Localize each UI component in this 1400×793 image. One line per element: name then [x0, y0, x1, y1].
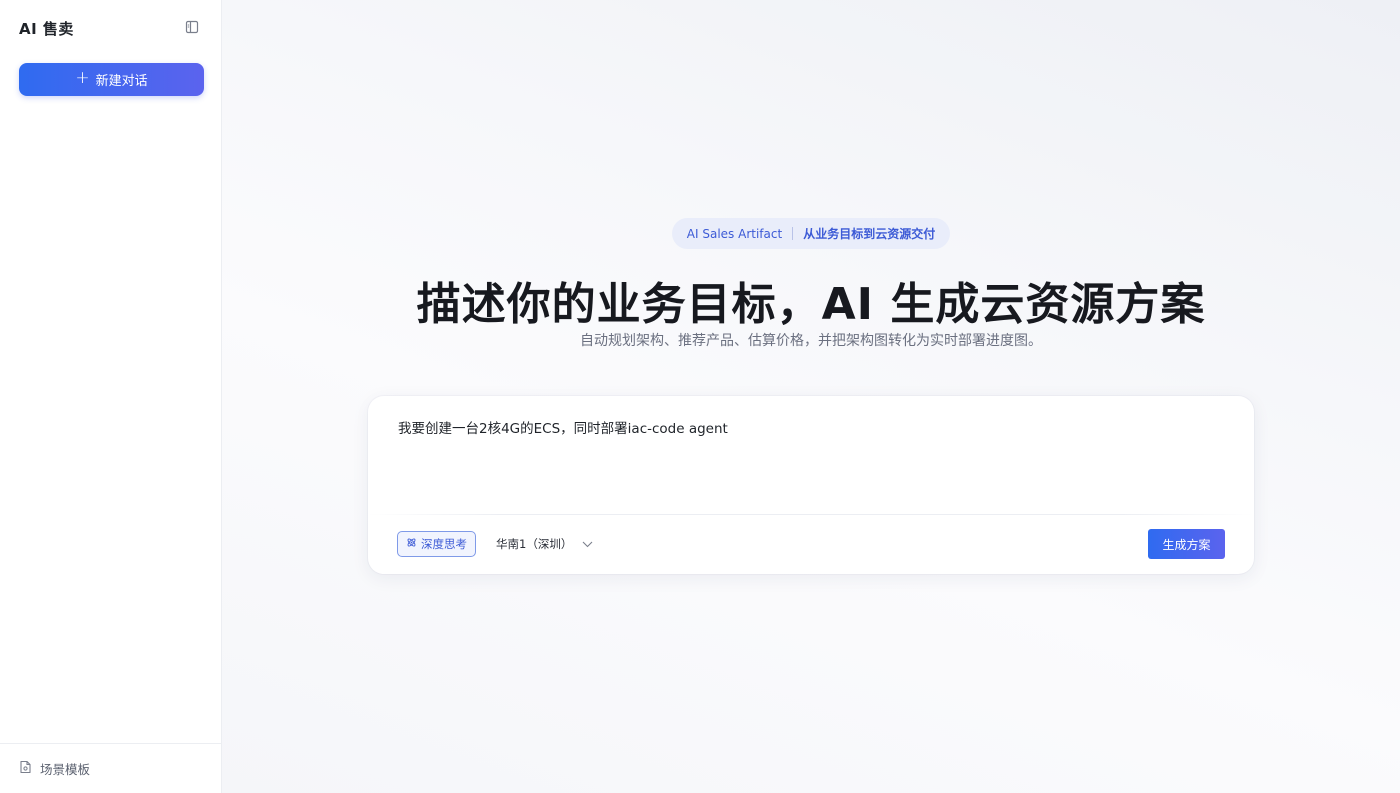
composer-divider	[368, 514, 1254, 515]
deep-think-label: 深度思考	[421, 537, 467, 551]
main-area: AI Sales Artifact 从业务目标到云资源交付 描述你的业务目标，A…	[222, 0, 1400, 793]
new-chat-button[interactable]: + 新建对话	[19, 63, 204, 96]
page-subtitle: 自动规划架构、推荐产品、估算价格，并把架构图转化为实时部署进度图。	[580, 333, 1042, 349]
tagline-cn: 从业务目标到云资源交付	[803, 227, 936, 241]
tagline-separator	[792, 227, 794, 240]
app-brand: AI 售卖	[19, 20, 74, 38]
prompt-input[interactable]	[398, 420, 1218, 438]
sidebar: AI 售卖 + 新建对话 场景模板	[0, 0, 222, 793]
region-label: 华南1（深圳）	[496, 537, 573, 551]
template-file-icon	[19, 759, 32, 778]
page-title: 描述你的业务目标，AI 生成云资源方案	[416, 279, 1206, 330]
scene-templates-button[interactable]: 场景模板	[0, 743, 221, 793]
scene-templates-label: 场景模板	[40, 762, 91, 777]
prompt-composer: 深度思考 华南1（深圳） 生成方案	[368, 396, 1254, 574]
deep-think-icon	[406, 537, 417, 551]
tagline-en: AI Sales Artifact	[686, 226, 783, 241]
collapse-sidebar-icon[interactable]	[184, 19, 200, 35]
generate-plan-button[interactable]: 生成方案	[1148, 529, 1225, 559]
tagline-pill: AI Sales Artifact 从业务目标到云资源交付	[672, 218, 950, 249]
deep-think-toggle[interactable]: 深度思考	[397, 531, 476, 557]
region-select[interactable]: 华南1（深圳）	[496, 531, 593, 557]
plus-icon: +	[75, 68, 90, 88]
new-chat-label: 新建对话	[95, 74, 148, 89]
chevron-down-icon	[582, 537, 593, 551]
